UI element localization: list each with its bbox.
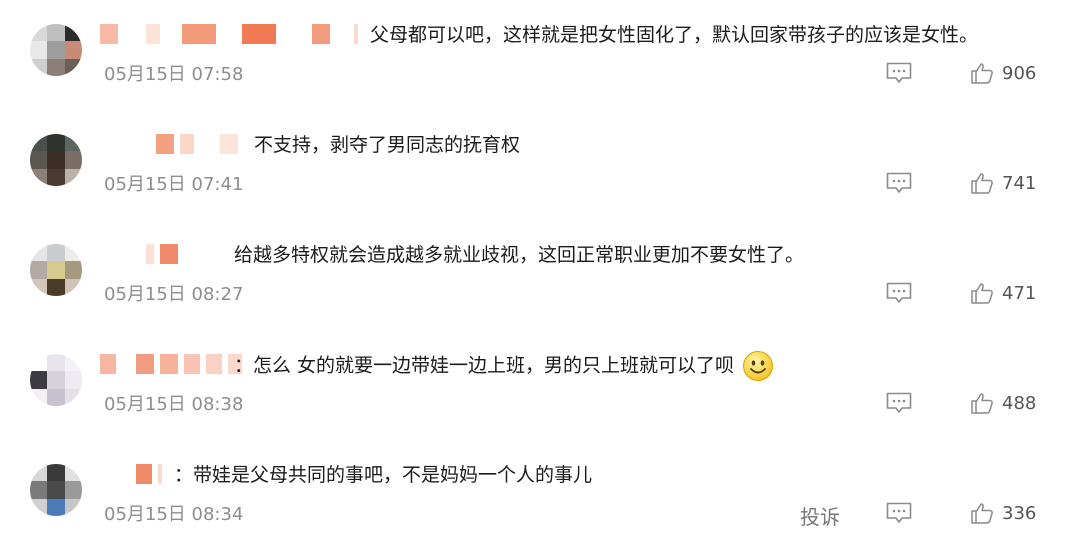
comment-date: 05月15日 08:27 xyxy=(104,284,244,305)
comment-icon[interactable] xyxy=(886,282,912,304)
comment-text: ：带娃是父母共同的事吧，不是妈妈一个人的事儿 xyxy=(174,464,593,486)
thumbs-up-icon[interactable] xyxy=(970,501,994,525)
comment-icon[interactable] xyxy=(886,172,912,194)
avatar[interactable] xyxy=(30,134,82,186)
smiley-face-icon xyxy=(743,351,774,381)
thumbs-up-icon[interactable] xyxy=(970,281,994,305)
report-button[interactable]: 投诉 xyxy=(800,501,840,530)
comment-item: 给越多特权就会造成越多就业歧视，这回正常职业更加不要女性了。 05月15日 08… xyxy=(0,220,1080,330)
comment-text: 给越多特权就会造成越多就业歧视，这回正常职业更加不要女性了。 xyxy=(234,244,805,266)
thumbs-up-icon[interactable] xyxy=(970,391,994,415)
thumbs-up-icon[interactable] xyxy=(970,171,994,195)
comment-text: ：怎么 女的就要一边带娃一边上班，男的只上班就可以了呗 xyxy=(234,350,774,382)
comment-text: 父母都可以吧，这样就是把女性固化了，默认回家带孩子的应该是女性。 xyxy=(370,24,979,46)
like-count: 906 xyxy=(1002,63,1037,84)
comment-item: 不支持，剥夺了男同志的抚育权 05月15日 07:41 741 xyxy=(0,110,1080,220)
avatar[interactable] xyxy=(30,464,82,516)
username-blurred[interactable] xyxy=(100,134,238,154)
comment-text: 不支持，剥夺了男同志的抚育权 xyxy=(254,134,521,156)
avatar[interactable] xyxy=(30,24,82,76)
comment-text-body: ：怎么 女的就要一边带娃一边上班，男的只上班就可以了呗 xyxy=(234,354,735,377)
username-blurred[interactable] xyxy=(100,244,178,264)
like-count: 471 xyxy=(1002,283,1037,304)
like-count: 488 xyxy=(1002,393,1037,414)
comment-date: 05月15日 08:34 xyxy=(104,504,244,525)
avatar[interactable] xyxy=(30,244,82,296)
like-count: 741 xyxy=(1002,173,1037,194)
username-blurred[interactable] xyxy=(100,464,162,484)
comment-icon[interactable] xyxy=(886,392,912,414)
comment-date: 05月15日 08:38 xyxy=(104,394,244,415)
username-blurred[interactable] xyxy=(100,24,358,44)
comment-item: ：怎么 女的就要一边带娃一边上班，男的只上班就可以了呗 05月15日 08:38… xyxy=(0,330,1080,440)
comment-icon[interactable] xyxy=(886,502,912,524)
thumbs-up-icon[interactable] xyxy=(970,61,994,85)
username-blurred[interactable] xyxy=(100,354,242,374)
like-count: 336 xyxy=(1002,503,1037,524)
comment-item: 父母都可以吧，这样就是把女性固化了，默认回家带孩子的应该是女性。 05月15日 … xyxy=(0,0,1080,110)
avatar[interactable] xyxy=(30,354,82,406)
comment-icon[interactable] xyxy=(886,62,912,84)
comment-item: ：带娃是父母共同的事吧，不是妈妈一个人的事儿 05月15日 08:34 投诉 3… xyxy=(0,440,1080,550)
comment-date: 05月15日 07:58 xyxy=(104,64,244,85)
comment-date: 05月15日 07:41 xyxy=(104,174,244,195)
